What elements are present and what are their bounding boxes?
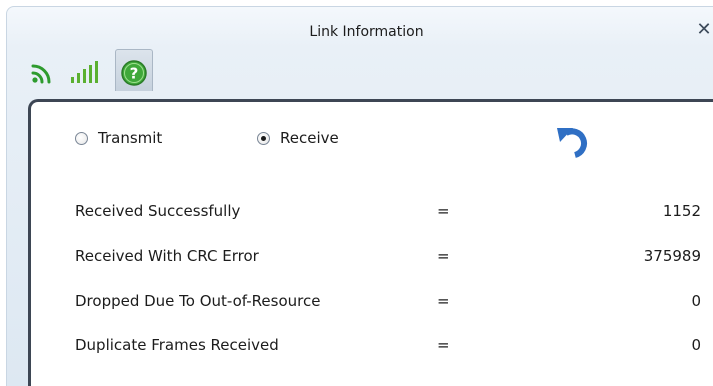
close-icon[interactable]: ✕ (696, 21, 712, 39)
stat-row-crc-error: Received With CRC Error = 375989 (75, 247, 713, 269)
stat-label: Duplicate Frames Received (75, 336, 279, 354)
stat-label: Dropped Due To Out-of-Resource (75, 292, 321, 310)
receive-label: Receive (280, 129, 339, 147)
stat-row-received-successfully: Received Successfully = 1152 (75, 202, 713, 224)
reset-undo-icon[interactable] (554, 120, 594, 160)
svg-text:?: ? (130, 65, 139, 83)
stat-equals: = (437, 247, 450, 265)
signal-strength-icon (71, 61, 98, 83)
transmit-label: Transmit (98, 129, 163, 147)
stat-equals: = (437, 202, 450, 220)
tab-statistics[interactable]: ? (115, 49, 153, 91)
stat-row-duplicate-frames: Duplicate Frames Received = 0 (75, 336, 713, 358)
window-title: Link Information (309, 24, 424, 40)
stat-equals: = (437, 292, 450, 310)
stat-value: 1152 (662, 202, 701, 220)
stat-label: Received With CRC Error (75, 247, 259, 265)
stat-value: 0 (691, 336, 701, 354)
stat-label: Received Successfully (75, 202, 241, 220)
transmit-radio-button[interactable] (75, 131, 88, 145)
receive-radio[interactable]: Receive (257, 128, 339, 148)
wifi-link-icon (31, 64, 51, 84)
tab-signal[interactable] (69, 49, 107, 91)
stat-value: 375989 (643, 247, 701, 265)
stat-row-dropped: Dropped Due To Out-of-Resource = 0 (75, 292, 713, 314)
link-information-window: Link Information ✕ ? Transmit Receive Re… (6, 6, 713, 386)
transmit-radio[interactable]: Transmit (75, 128, 162, 148)
help-question-icon: ? (121, 60, 147, 86)
stat-value: 0 (691, 292, 701, 310)
receive-radio-button[interactable] (257, 131, 270, 145)
stat-equals: = (437, 336, 450, 354)
tab-link-status[interactable] (31, 49, 53, 91)
statistics-panel: Transmit Receive Received Successfully =… (28, 99, 713, 386)
